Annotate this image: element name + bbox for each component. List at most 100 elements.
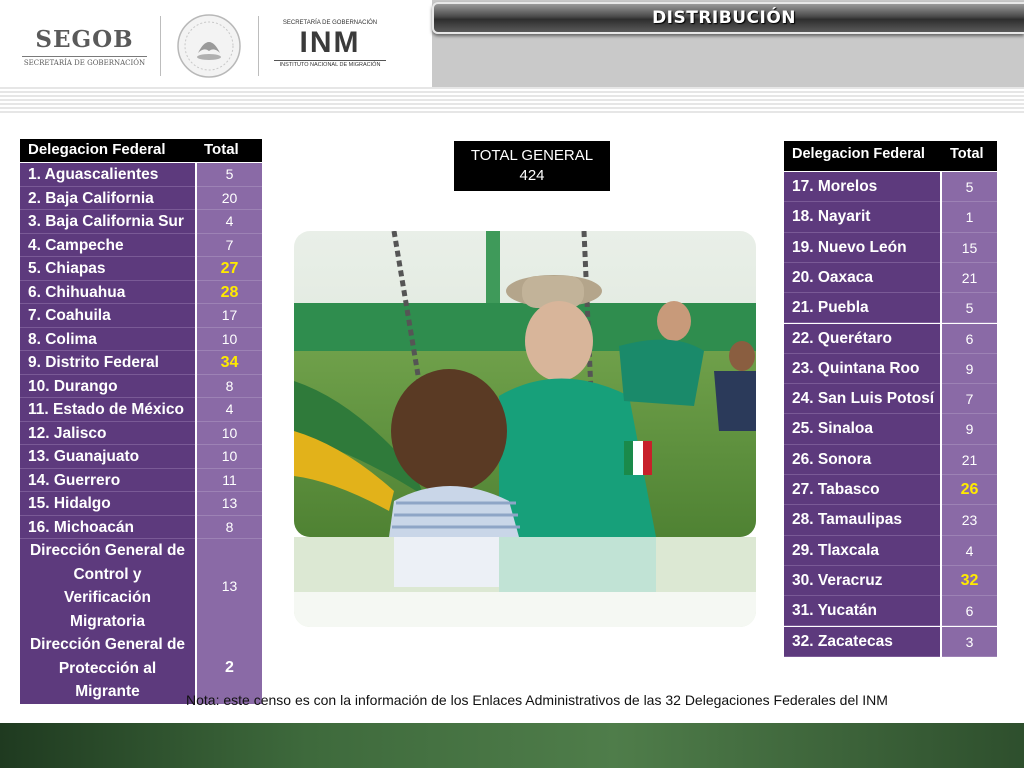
- footer-band: [0, 723, 1024, 768]
- delegation-name: 15. Hidalgo: [20, 492, 195, 516]
- delegation-total: 28: [197, 280, 262, 304]
- inm-logo-text: INM: [299, 26, 361, 59]
- footnote: Nota: este censo es con la información d…: [186, 692, 888, 708]
- table-row: 9. Distrito Federal 34: [20, 351, 262, 375]
- directorate-name-line: Verificación: [63, 589, 151, 606]
- header-stripes: [0, 87, 1024, 115]
- delegation-total: 5: [197, 163, 262, 187]
- table-row: 14. Guerrero 11: [20, 468, 262, 492]
- title-bar: DISTRIBUCIÓN: [432, 2, 1024, 34]
- delegation-name: 4. Campeche: [20, 233, 195, 257]
- table-row: 17. Morelos 5: [784, 172, 997, 203]
- table-header: Delegacion Federal Total: [784, 141, 997, 171]
- table-row: 8. Colima 10: [20, 327, 262, 351]
- delegation-name: 10. Durango: [20, 374, 195, 398]
- header-delegation: Delegacion Federal: [28, 141, 166, 158]
- delegation-name: 22. Querétaro: [784, 323, 940, 354]
- table-row: 10. Durango 8: [20, 374, 262, 398]
- logo-divider: [258, 16, 259, 76]
- delegations-table-right: Delegacion Federal Total 17. Morelos 5 18.…: [784, 141, 997, 659]
- delegation-name: 21. Puebla: [784, 293, 940, 324]
- table-row: 23. Quintana Roo 9: [784, 353, 997, 385]
- delegation-total: 6: [942, 596, 997, 627]
- delegation-name: 25. Sinaloa: [784, 414, 940, 445]
- table-row: 27. Tabasco 26: [784, 475, 997, 506]
- delegation-name: 14. Guerrero: [20, 468, 195, 492]
- delegation-total: 3: [942, 626, 997, 657]
- total-general-label: TOTAL GENERAL: [470, 147, 594, 164]
- header-total: Total: [950, 146, 984, 162]
- delegation-name: 31. Yucatán: [784, 596, 940, 627]
- segob-logo-text: SEGOB: [35, 26, 134, 53]
- delegation-name: 6. Chihuahua: [20, 280, 195, 304]
- delegation-name: 3. Baja California Sur: [20, 210, 195, 234]
- table-row: 31. Yucatán 6: [784, 596, 997, 627]
- delegation-name: 12. Jalisco: [20, 421, 195, 445]
- delegation-name: 28. Tamaulipas: [784, 505, 940, 536]
- delegation-name: 30. Veracruz: [784, 565, 940, 597]
- table-row: 30. Veracruz 32: [784, 565, 997, 597]
- delegation-name: 20. Oaxaca: [784, 262, 940, 294]
- photo-agent-with-child-icon: [294, 231, 756, 537]
- table-row: 32. Zacatecas 3: [784, 626, 997, 657]
- delegation-total: 32: [942, 565, 997, 597]
- delegation-total: 23: [942, 505, 997, 536]
- delegation-total: 4: [197, 398, 262, 422]
- delegations-table-left: Delegacion Federal Total 1. Aguascalient…: [20, 139, 262, 704]
- delegation-total: 11: [197, 468, 262, 492]
- delegation-total: 8: [197, 515, 262, 539]
- inm-logo: SECRETARÍA DE GOBERNACIÓN INM INSTITUTO …: [274, 20, 386, 68]
- delegation-name: 1. Aguascalientes: [20, 163, 195, 187]
- table-row: 20. Oaxaca 21: [784, 262, 997, 294]
- delegation-total: 6: [942, 323, 997, 354]
- table-row: 21. Puebla 5: [784, 293, 997, 324]
- delegation-total: 9: [942, 414, 997, 445]
- table-row: 4. Campeche 7: [20, 233, 262, 257]
- delegation-total: 20: [197, 186, 262, 210]
- directorate-name-line: Protección al: [58, 659, 157, 677]
- delegation-name: 5. Chiapas: [20, 257, 195, 281]
- segob-logo-subtext: SECRETARÍA DE GOBERNACIÓN: [22, 56, 147, 67]
- delegation-total: 9: [942, 353, 997, 385]
- directorate-name-line: Control y: [73, 565, 142, 583]
- delegation-name: 8. Colima: [20, 327, 195, 351]
- delegation-name: 16. Michoacán: [20, 515, 195, 539]
- table-row: 25. Sinaloa 9: [784, 414, 997, 445]
- delegation-name: 17. Morelos: [784, 172, 940, 203]
- delegation-name: 24. San Luis Potosí: [784, 384, 940, 415]
- directorate-total: 13: [197, 539, 262, 633]
- directorate-name-line: Migrante: [75, 683, 140, 700]
- delegation-total: 21: [942, 262, 997, 294]
- delegation-name: 13. Guanajuato: [20, 445, 195, 469]
- table-row: 15. Hidalgo 13: [20, 492, 262, 516]
- delegation-total: 13: [197, 492, 262, 516]
- delegation-total: 10: [197, 421, 262, 445]
- directorate-name: Dirección General de Control y Verificació…: [20, 539, 195, 633]
- table-row: 6. Chihuahua 28: [20, 280, 262, 304]
- delegation-total: 8: [197, 374, 262, 398]
- table-row: 3. Baja California Sur 4: [20, 210, 262, 234]
- delegation-total: 10: [197, 445, 262, 469]
- delegation-name: 19. Nuevo León: [784, 232, 940, 263]
- delegation-total: 5: [942, 293, 997, 324]
- delegation-name: 9. Distrito Federal: [20, 351, 195, 375]
- table-row: 7. Coahuila 17: [20, 304, 262, 328]
- header-delegation: Delegacion Federal: [792, 146, 925, 162]
- delegation-total: 26: [942, 475, 997, 506]
- coat-of-arms-seal-icon: [177, 14, 241, 78]
- delegation-name: 23. Quintana Roo: [784, 353, 940, 385]
- delegation-total: 17: [197, 304, 262, 328]
- delegation-total: 1: [942, 202, 997, 233]
- table-row: 22. Querétaro 6: [784, 323, 997, 354]
- header-total: Total: [204, 141, 239, 158]
- delegation-total: 4: [942, 535, 997, 566]
- directorate-name: Dirección General de Protección al Migrant…: [20, 633, 195, 704]
- photo-reflection: [294, 537, 756, 627]
- page-title: DISTRIBUCIÓN: [652, 8, 796, 28]
- delegation-name: 2. Baja California: [20, 186, 195, 210]
- table-row: 16. Michoacán 8: [20, 515, 262, 539]
- table-header: Delegacion Federal Total: [20, 139, 262, 162]
- delegation-total: 4: [197, 210, 262, 234]
- total-general-value: 424: [519, 167, 545, 184]
- table-row: 29. Tlaxcala 4: [784, 535, 997, 566]
